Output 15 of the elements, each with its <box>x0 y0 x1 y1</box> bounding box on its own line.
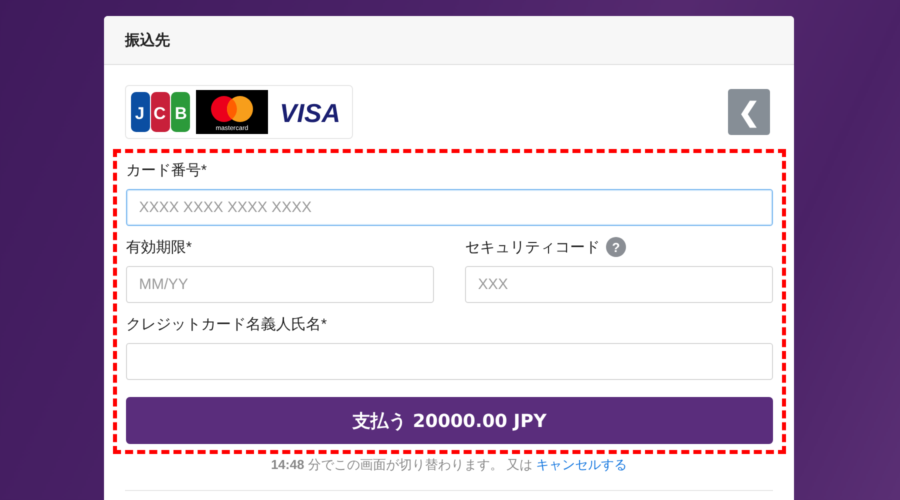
card-logo: VISA <box>272 90 348 134</box>
field-label: クレジットカード名義人氏名* <box>126 314 327 334</box>
input-field[interactable] <box>126 343 773 380</box>
input-field[interactable]: MM/YY <box>126 266 434 303</box>
field-label: 有効期限* <box>126 238 192 256</box>
timeout-notice: 14:48 分でこの画面が切り替わります。 又は キャンセルする <box>270 456 628 474</box>
field-label: セキュリティコード <box>465 238 600 256</box>
panel-title: 振込先 <box>125 30 170 50</box>
field-label: カード番号* <box>126 160 207 180</box>
input-field[interactable]: XXXX XXXX XXXX XXXX <box>126 189 773 226</box>
cancel-link[interactable]: キャンセルする <box>536 457 628 472</box>
back-button[interactable]: ❮ <box>728 89 770 135</box>
help-icon[interactable]: ? <box>606 237 626 257</box>
pay-button[interactable]: 支払う 20000.00 JPY <box>126 397 773 444</box>
input-field[interactable]: XXX <box>465 266 773 303</box>
